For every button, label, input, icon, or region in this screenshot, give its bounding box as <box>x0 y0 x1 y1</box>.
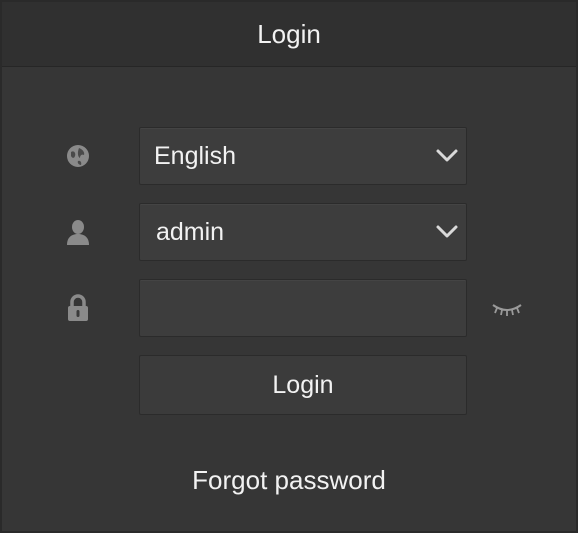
user-icon <box>60 214 96 250</box>
login-button[interactable]: Login <box>139 355 467 415</box>
dialog-title: Login <box>2 2 576 67</box>
globe-icon <box>60 138 96 174</box>
language-select-value: English <box>154 142 236 170</box>
language-select[interactable]: English <box>139 127 467 185</box>
forgot-password-link[interactable]: Forgot password <box>2 460 576 500</box>
login-dialog: Login English admin Login Forgot passwor… <box>0 0 578 533</box>
lock-icon <box>60 290 96 326</box>
chevron-down-icon <box>436 225 458 238</box>
username-select[interactable]: admin <box>139 203 467 261</box>
password-field[interactable] <box>139 279 467 337</box>
username-select-value: admin <box>156 218 225 246</box>
eye-closed-icon[interactable] <box>490 296 524 322</box>
password-input[interactable] <box>140 280 466 336</box>
chevron-down-icon <box>436 149 458 162</box>
